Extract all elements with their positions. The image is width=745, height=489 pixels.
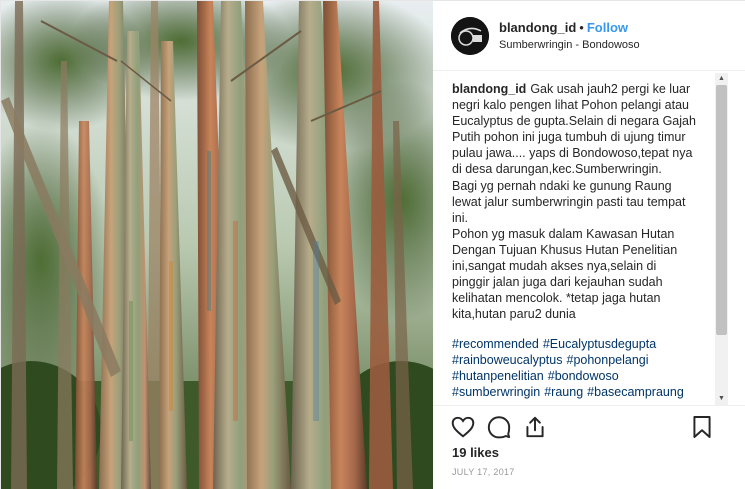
hashtag-link[interactable]: #bondowoso xyxy=(548,369,619,383)
caption-line: di desa darungan,kec.Sumberwringin. xyxy=(452,162,662,177)
post-date[interactable]: JULY 17, 2017 xyxy=(452,467,515,477)
caption-line: ini,sangat mudah akses nya,selain di xyxy=(452,259,657,274)
post-photo[interactable] xyxy=(1,1,433,489)
caption-line: pinggir jalan juga dari kejauhan sudah xyxy=(452,275,663,290)
avatar-logo-icon xyxy=(451,17,489,55)
hashtag-link[interactable]: #Eucalyptusdegupta xyxy=(543,337,656,351)
caption-line: ini. xyxy=(452,210,468,225)
caption-text: Gak usah jauh2 pergi ke luar xyxy=(530,82,691,96)
likes-count[interactable]: 19 likes xyxy=(452,445,499,460)
location-link[interactable]: Sumberwringin - Bondowoso xyxy=(499,39,640,51)
bookmark-icon xyxy=(693,416,711,438)
hashtag-link[interactable]: #raung xyxy=(544,385,583,399)
comment-button[interactable] xyxy=(486,414,512,440)
caption-line: Bagi yg pernah ndaki ke gunung Raung xyxy=(452,178,672,193)
caption: blandong_id Gak usah jauh2 pergi ke luar … xyxy=(452,81,722,322)
hashtag-line: #sumberwringin #raung #basecampraung xyxy=(452,384,722,400)
scrollbar-thumb[interactable] xyxy=(716,85,727,335)
caption-line: Putih pohon ini juga tumbuh di ujung tim… xyxy=(452,130,686,145)
like-button[interactable] xyxy=(450,414,476,440)
caption-line: kelihatan mencolok. *tetap jaga hutan xyxy=(452,291,661,306)
username[interactable]: blandong_id xyxy=(499,20,576,35)
caption-line: Eucalyptus de gupta.Selain di negara Gaj… xyxy=(452,114,696,129)
hashtag-link[interactable]: #basecampraung xyxy=(587,385,684,399)
rainbow-eucalyptus-forest-image xyxy=(1,1,433,489)
caption-line: pulau jawa.... yaps di Bondowoso,tepat n… xyxy=(452,146,693,161)
comments-area[interactable]: blandong_id Gak usah jauh2 pergi ke luar … xyxy=(433,73,745,405)
caption-line: lewat jalur sumberwringin pasti tau temp… xyxy=(452,194,686,209)
follow-button[interactable]: Follow xyxy=(587,20,628,35)
caption-username[interactable]: blandong_id xyxy=(452,82,526,96)
hashtag-line: #rainboweucalyptus #pohonpelangi xyxy=(452,352,722,368)
scroll-up-arrow-icon[interactable]: ▲ xyxy=(715,73,728,85)
hashtag-link[interactable]: #recommended xyxy=(452,337,539,351)
action-bar xyxy=(433,405,745,447)
hashtag-link[interactable]: #rainboweucalyptus xyxy=(452,353,563,367)
save-button[interactable] xyxy=(689,414,715,440)
caption-line: kita,hutan paru2 dunia xyxy=(452,307,576,322)
comments-scrollbar[interactable]: ▲ ▼ xyxy=(715,73,728,405)
scroll-down-arrow-icon[interactable]: ▼ xyxy=(715,393,728,405)
caption-line: Pohon yg masuk dalam Kawasan Hutan xyxy=(452,226,675,241)
hashtag-link[interactable]: #hutanpenelitian xyxy=(452,369,544,383)
avatar[interactable] xyxy=(451,17,489,55)
caption-line: negri kalo pengen lihat Pohon pelangi at… xyxy=(452,98,689,113)
user-line: blandong_id • Follow xyxy=(499,20,628,35)
post-header: blandong_id • Follow Sumberwringin - Bondo… xyxy=(433,1,745,71)
caption-line: Dengan Tujuan Khusus Hutan Penelitian xyxy=(452,242,678,257)
hashtags: #recommended #Eucalyptusdegupta #rainbowe… xyxy=(452,336,722,400)
post-details-panel: blandong_id • Follow Sumberwringin - Bondo… xyxy=(433,1,745,489)
share-button[interactable] xyxy=(522,414,548,440)
hashtag-link[interactable]: #sumberwringin xyxy=(452,385,540,399)
instagram-post: blandong_id • Follow Sumberwringin - Bondo… xyxy=(0,0,745,489)
separator-dot: • xyxy=(579,20,584,35)
comment-icon xyxy=(487,416,511,439)
heart-icon xyxy=(451,416,475,438)
hashtag-line: #hutanpenelitian #bondowoso xyxy=(452,368,722,384)
hashtag-line: #recommended #Eucalyptusdegupta xyxy=(452,336,722,352)
caption-line: blandong_id Gak usah jauh2 pergi ke luar xyxy=(452,81,722,97)
share-icon xyxy=(526,416,544,438)
hashtag-link[interactable]: #pohonpelangi xyxy=(567,353,649,367)
